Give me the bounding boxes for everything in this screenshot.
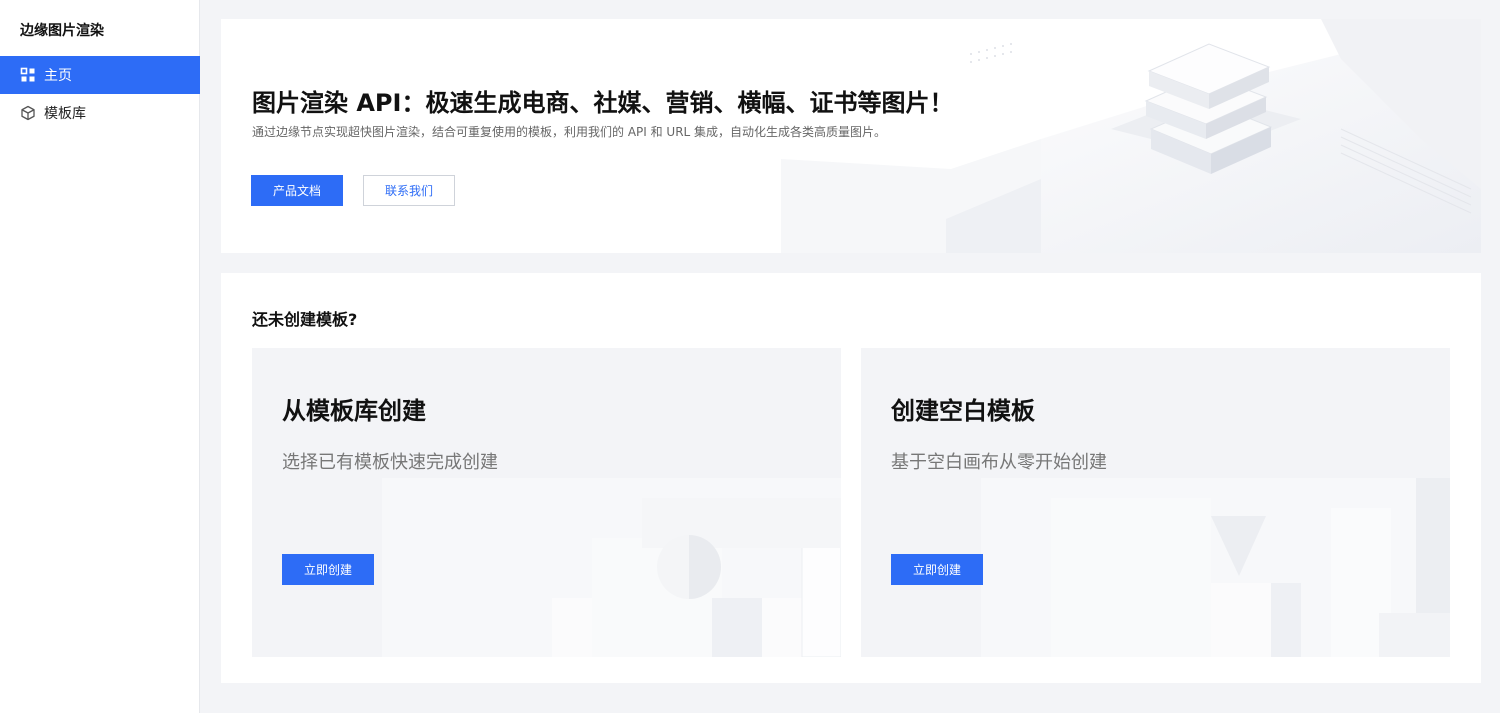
create-template-section: 还未创建模板? 从模板库创建 选择已有模板快速完成创建 立即创建 创建空白模板: [221, 273, 1481, 683]
sidebar-item-template-library[interactable]: 模板库: [0, 94, 200, 132]
create-from-library-card: 从模板库创建 选择已有模板快速完成创建 立即创建: [252, 348, 841, 657]
hero-subtitle: 通过边缘节点实现超快图片渲染，结合可重复使用的模板，利用我们的 API 和 UR…: [252, 125, 887, 139]
sidebar-item-home[interactable]: 主页: [0, 56, 200, 94]
sidebar-item-label: 主页: [44, 68, 72, 84]
cube-icon: [20, 105, 36, 121]
grid-icon: [20, 67, 36, 83]
sidebar: 边缘图片渲染 主页 模板库: [0, 0, 200, 713]
card-title: 创建空白模板: [891, 397, 1035, 425]
contact-us-button[interactable]: 联系我们: [363, 175, 455, 206]
hero-banner: 图片渲染 API：极速生成电商、社媒、营销、横幅、证书等图片！ 通过边缘节点实现…: [221, 19, 1481, 253]
create-now-button[interactable]: 立即创建: [891, 554, 983, 585]
hero-title: 图片渲染 API：极速生成电商、社媒、营销、横幅、证书等图片！: [252, 89, 954, 117]
card-description: 选择已有模板快速完成创建: [282, 452, 498, 473]
product-docs-button[interactable]: 产品文档: [251, 175, 343, 206]
create-now-button[interactable]: 立即创建: [282, 554, 374, 585]
section-heading: 还未创建模板?: [252, 310, 358, 329]
card-title: 从模板库创建: [282, 397, 426, 425]
create-blank-card: 创建空白模板 基于空白画布从零开始创建 立即创建: [861, 348, 1450, 657]
app-title: 边缘图片渲染: [20, 23, 104, 39]
card-description: 基于空白画布从零开始创建: [891, 452, 1107, 473]
sidebar-item-label: 模板库: [44, 106, 86, 122]
